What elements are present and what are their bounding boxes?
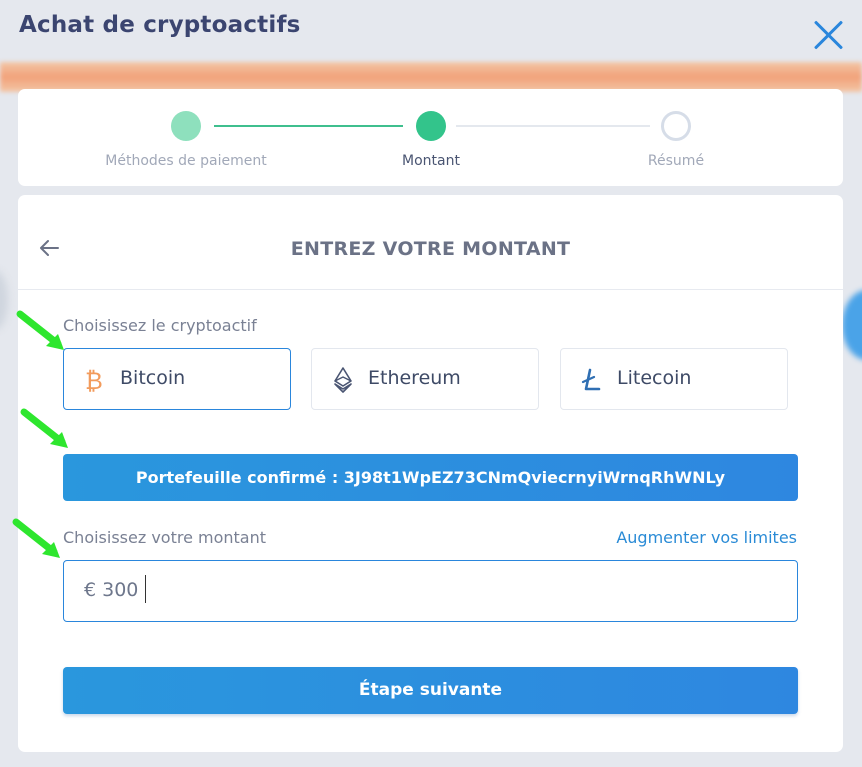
step-label-summary: Résumé	[647, 153, 705, 169]
wallet-confirmation-banner: Portefeuille confirmé : 3J98t1WpEZ73CNmQ…	[63, 454, 798, 501]
ethereum-icon	[334, 367, 352, 393]
text-caret	[145, 575, 146, 603]
background-blob	[842, 290, 862, 360]
step-connector	[214, 125, 403, 127]
modal-title: Achat de cryptoactifs	[19, 12, 301, 38]
crypto-option-label: Ethereum	[368, 367, 461, 389]
background-banner	[0, 62, 862, 92]
close-icon[interactable]	[808, 16, 848, 56]
bitcoin-icon: ₿	[85, 367, 103, 394]
step-connector	[456, 125, 650, 127]
annotation-arrow-icon	[12, 518, 60, 558]
modal-header: Achat de cryptoactifs	[0, 0, 862, 62]
crypto-option-litecoin[interactable]: Litecoin	[560, 348, 788, 410]
amount-label: Choisissez votre montant	[63, 528, 267, 547]
step-label-payment: Méthodes de paiement	[105, 153, 267, 169]
progress-stepper: Méthodes de paiement Montant Résumé	[18, 89, 843, 186]
divider	[18, 289, 843, 290]
annotation-arrow-icon	[20, 408, 68, 448]
step-label-amount: Montant	[402, 153, 460, 169]
card-title: ENTREZ VOTRE MONTANT	[290, 238, 571, 260]
crypto-option-bitcoin[interactable]: ₿ Bitcoin	[63, 348, 291, 410]
next-step-button[interactable]: Étape suivante	[63, 667, 798, 714]
litecoin-icon	[581, 368, 601, 391]
annotation-arrow-icon	[16, 310, 64, 350]
crypto-option-label: Litecoin	[617, 367, 692, 389]
svg-text:₿: ₿	[85, 367, 103, 394]
amount-input[interactable]: € 300	[63, 560, 798, 622]
crypto-option-ethereum[interactable]: Ethereum	[311, 348, 539, 410]
step-dot-pending	[661, 111, 691, 141]
step-dot-completed	[171, 111, 201, 141]
step-dot-active	[416, 111, 446, 141]
crypto-select-label: Choisissez le cryptoactif	[63, 316, 257, 335]
crypto-option-label: Bitcoin	[120, 367, 186, 389]
increase-limits-link[interactable]: Augmenter vos limites	[616, 528, 797, 547]
background-blob	[0, 270, 8, 330]
amount-card: ENTREZ VOTRE MONTANT Choisissez le crypt…	[18, 195, 843, 752]
amount-value: € 300	[84, 579, 139, 601]
